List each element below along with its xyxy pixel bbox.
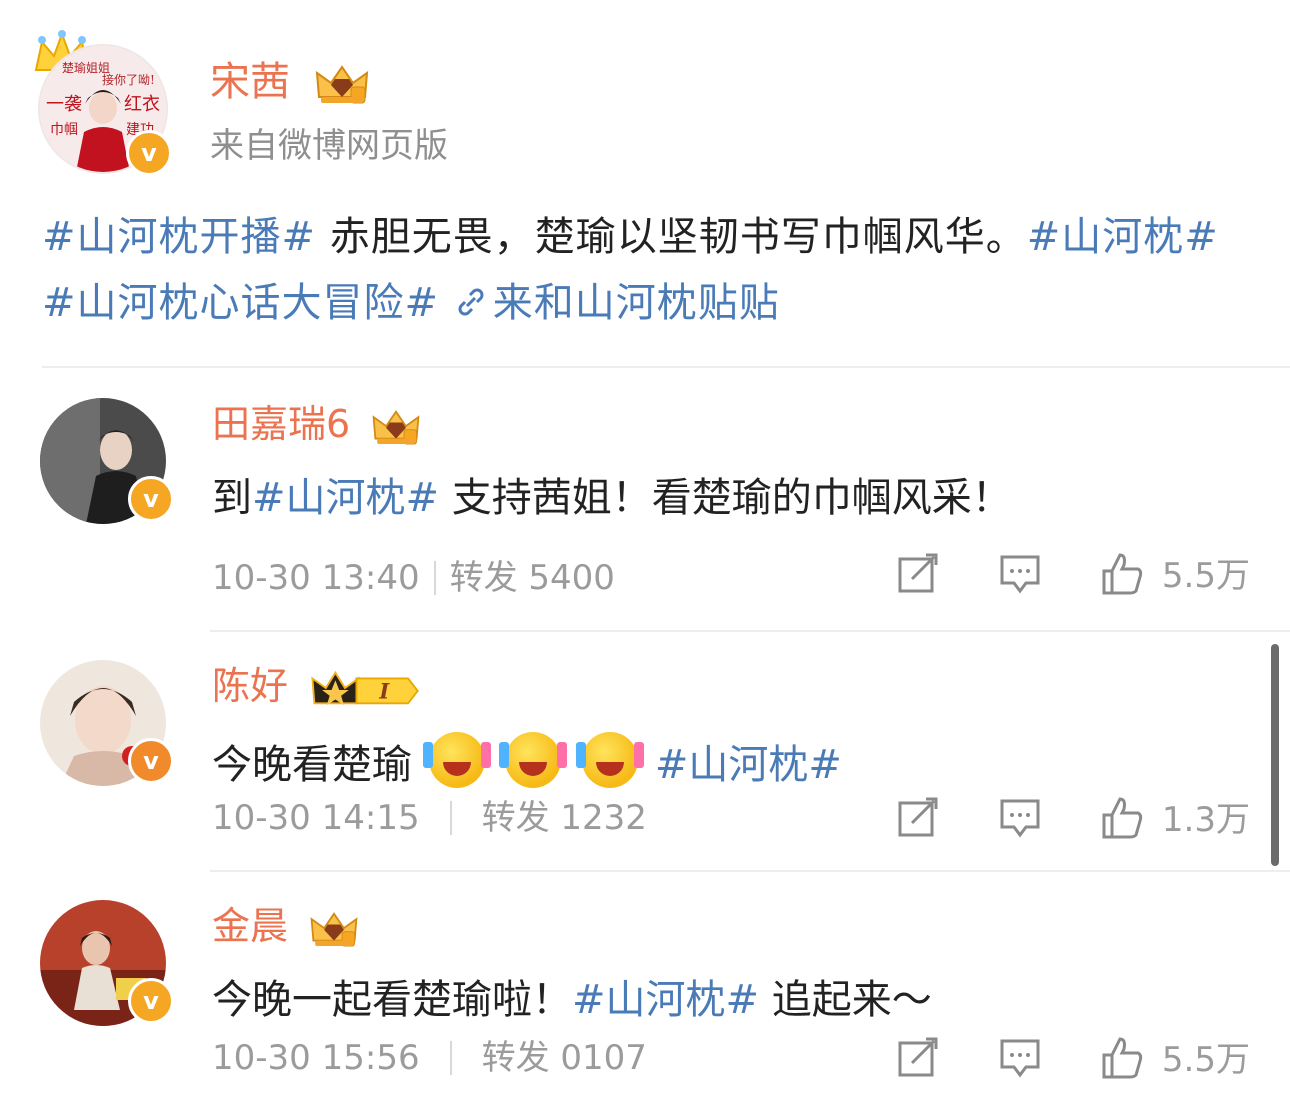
external-link-text[interactable]: 来和山河枕贴贴	[493, 280, 780, 326]
vip-crown-icon	[310, 911, 358, 946]
comment-actions: 5.5万	[838, 548, 1250, 597]
meta-separator	[449, 1041, 452, 1075]
post-body: #山河枕开播# 赤胆无畏，楚瑜以坚韧书写巾帼风华。#山河枕# #山河枕心话大冒险…	[42, 204, 1242, 336]
topic-link[interactable]: #山河枕心话大冒险#	[42, 280, 439, 326]
comment-meta: 10-30 15:56 转发 0107	[212, 1036, 647, 1080]
topic-link[interactable]: #山河枕#	[1027, 214, 1219, 260]
commenter-avatar[interactable]: v	[40, 398, 174, 524]
comment-text-before: 到	[212, 475, 252, 521]
commenter-name[interactable]: 田嘉瑞6	[212, 398, 422, 450]
meta-separator	[449, 801, 452, 835]
topic-link[interactable]: #山河枕#	[252, 475, 439, 521]
repost-count: 0107	[560, 1038, 647, 1078]
commenter-name-text[interactable]: 田嘉瑞6	[212, 402, 350, 446]
comment-text-before: 今晚一起看楚瑜啦！	[212, 977, 572, 1023]
avatar-text-2: 接你了呦!	[102, 72, 155, 87]
comment-actions: 5.5万	[838, 1032, 1250, 1081]
level-badge-text: I	[379, 678, 391, 703]
topic-link[interactable]: #山河枕#	[572, 977, 759, 1023]
comment-time: 10-30 13:40	[212, 558, 420, 598]
post-source: 来自微博网页版	[210, 126, 448, 166]
verified-badge-icon: v	[128, 978, 174, 1024]
comment-text-before: 今晚看楚瑜	[212, 742, 412, 788]
repost-icon[interactable]	[896, 795, 940, 839]
comment-text: 今晚一起看楚瑜啦！#山河枕# 追起来～	[212, 972, 932, 1028]
comment-meta: 10-30 13:40 转发 5400	[212, 556, 615, 600]
divider	[42, 366, 1290, 368]
avatar-text-3: 一袭	[46, 94, 82, 115]
author-avatar[interactable]: 楚瑜姐姐 接你了呦! 一袭 红衣 巾帼 建功 v	[34, 30, 172, 176]
like-icon[interactable]	[1100, 551, 1144, 595]
verified-badge-icon: v	[128, 738, 174, 784]
meta-separator	[433, 561, 436, 595]
topic-link[interactable]: #山河枕#	[655, 742, 842, 788]
weibo-post-page: 楚瑜姐姐 接你了呦! 一袭 红衣 巾帼 建功 v 宋茜 来自微博网页版 #山河枕…	[0, 0, 1290, 1104]
comment-icon[interactable]	[998, 795, 1042, 839]
comment-time: 10-30 14:15	[212, 798, 420, 838]
verified-badge-icon: v	[128, 476, 174, 522]
like-count: 5.5万	[1161, 1040, 1250, 1080]
comment-item: v 陈好 I 今晚看楚瑜 #山河枕# 10-30 14:15转发 1232 1	[40, 660, 1270, 870]
external-link[interactable]: 来和山河枕贴贴	[453, 280, 780, 326]
post-text: 赤胆无畏，楚瑜以坚韧书写巾帼风华。	[316, 214, 1027, 260]
comment-actions: 1.3万	[838, 792, 1250, 841]
commenter-avatar[interactable]: v	[40, 660, 174, 786]
laugh-cry-emoji-icon	[576, 732, 639, 788]
like-icon[interactable]	[1100, 795, 1144, 839]
comment-item: v 田嘉瑞6 到#山河枕# 支持茜姐！看楚瑜的巾帼风采！ 10-30 13:40…	[40, 398, 1270, 628]
divider	[210, 630, 1290, 632]
verified-badge-icon: v	[126, 130, 172, 176]
author-name-text[interactable]: 宋茜	[210, 59, 290, 105]
commenter-name-text[interactable]: 金晨	[212, 904, 288, 948]
laugh-cry-emoji-icon	[422, 732, 485, 788]
comment-text-after: 支持茜姐！看楚瑜的巾帼风采！	[439, 475, 1012, 521]
repost-label: 转发	[449, 558, 518, 598]
link-icon	[458, 288, 484, 316]
repost-icon[interactable]	[896, 551, 940, 595]
comment-text: 今晚看楚瑜 #山河枕#	[212, 732, 842, 793]
post-header: 楚瑜姐姐 接你了呦! 一袭 红衣 巾帼 建功 v 宋茜 来自微博网页版	[34, 24, 1258, 184]
like-icon[interactable]	[1100, 1035, 1144, 1079]
commenter-name[interactable]: 金晨	[212, 900, 360, 952]
repost-count: 1232	[560, 798, 647, 838]
scrollbar[interactable]	[1271, 644, 1279, 866]
repost-count: 5400	[528, 558, 615, 598]
avatar-text-4: 红衣	[124, 94, 160, 115]
avatar-text-5: 巾帼	[50, 122, 78, 138]
repost-label: 转发	[481, 1038, 550, 1078]
comment-text: 到#山河枕# 支持茜姐！看楚瑜的巾帼风采！	[212, 470, 1012, 526]
commenter-name[interactable]: 陈好 I	[212, 660, 424, 712]
divider	[210, 870, 1290, 872]
comment-item: v 金晨 今晚一起看楚瑜啦！#山河枕# 追起来～ 10-30 15:56 转发 0…	[40, 900, 1270, 1104]
like-count: 1.3万	[1161, 800, 1250, 840]
repost-label: 转发	[481, 798, 550, 838]
commenter-avatar[interactable]: v	[40, 900, 174, 1026]
laugh-cry-emoji-icon	[499, 732, 562, 788]
comment-text-after: 追起来～	[759, 977, 932, 1023]
like-count: 5.5万	[1161, 556, 1250, 596]
comment-icon[interactable]	[998, 551, 1042, 595]
comment-time: 10-30 15:56	[212, 1038, 420, 1078]
level-badge-icon: I	[311, 670, 419, 705]
vip-crown-icon	[372, 409, 420, 444]
repost-icon[interactable]	[896, 1035, 940, 1079]
comment-meta: 10-30 14:15 转发 1232	[212, 796, 647, 840]
comment-icon[interactable]	[998, 1035, 1042, 1079]
topic-link[interactable]: #山河枕开播#	[42, 214, 316, 260]
commenter-name-text[interactable]: 陈好	[212, 664, 288, 708]
author-name[interactable]: 宋茜	[210, 58, 371, 107]
vip-crown-icon	[315, 65, 368, 104]
